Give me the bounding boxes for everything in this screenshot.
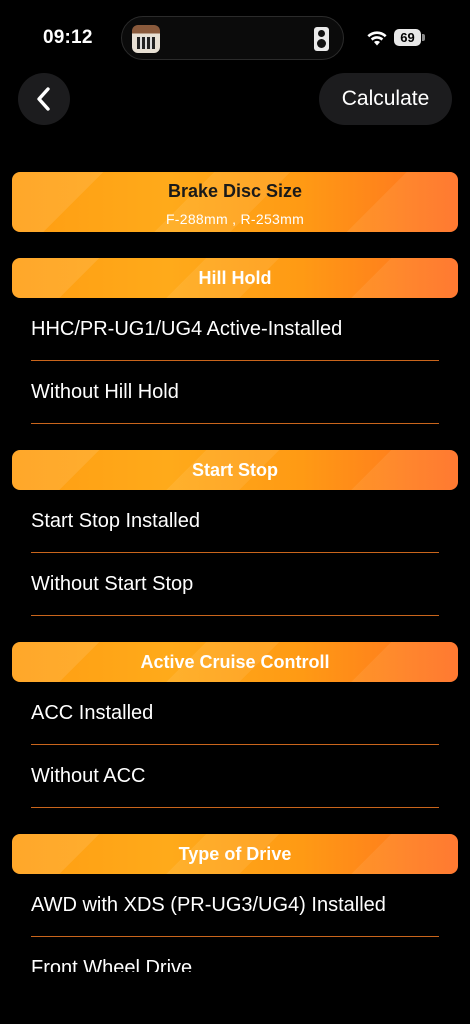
app-thumbnail-icon (132, 25, 160, 53)
status-bar: 09:12 69 (0, 0, 470, 76)
section-header-hill-hold: Hill Hold (12, 258, 458, 298)
option-without-hill-hold[interactable]: Without Hill Hold (31, 361, 439, 424)
brake-disc-banner: Brake Disc Size F-288mm , R-253mm (12, 172, 458, 232)
back-button[interactable] (18, 73, 70, 125)
option-awd-xds-installed[interactable]: AWD with XDS (PR-UG3/UG4) Installed (31, 874, 439, 937)
option-front-wheel-drive[interactable]: Front Wheel Drive (31, 937, 439, 972)
section-header-active-cruise-control: Active Cruise Controll (12, 642, 458, 682)
brake-disc-title: Brake Disc Size (167, 181, 303, 201)
chevron-left-icon (37, 87, 50, 111)
options-list[interactable]: Brake Disc Size F-288mm , R-253mm Hill H… (0, 172, 470, 972)
wifi-icon (367, 31, 387, 46)
option-hill-hold-installed[interactable]: HHC/PR-UG1/UG4 Active-Installed (31, 298, 439, 361)
dynamic-island[interactable] (121, 16, 344, 60)
brake-disc-sizes: F-288mm , R-253mm (165, 211, 305, 227)
option-without-start-stop[interactable]: Without Start Stop (31, 553, 439, 616)
option-without-acc[interactable]: Without ACC (31, 745, 439, 808)
option-start-stop-installed[interactable]: Start Stop Installed (31, 490, 439, 553)
calculate-button[interactable]: Calculate (319, 73, 452, 125)
option-acc-installed[interactable]: ACC Installed (31, 682, 439, 745)
speaker-icon (314, 27, 329, 51)
battery-icon: 69 (394, 29, 425, 46)
battery-level: 69 (400, 30, 415, 45)
section-header-start-stop: Start Stop (12, 450, 458, 490)
status-time: 09:12 (43, 27, 93, 48)
section-header-type-of-drive: Type of Drive (12, 834, 458, 874)
